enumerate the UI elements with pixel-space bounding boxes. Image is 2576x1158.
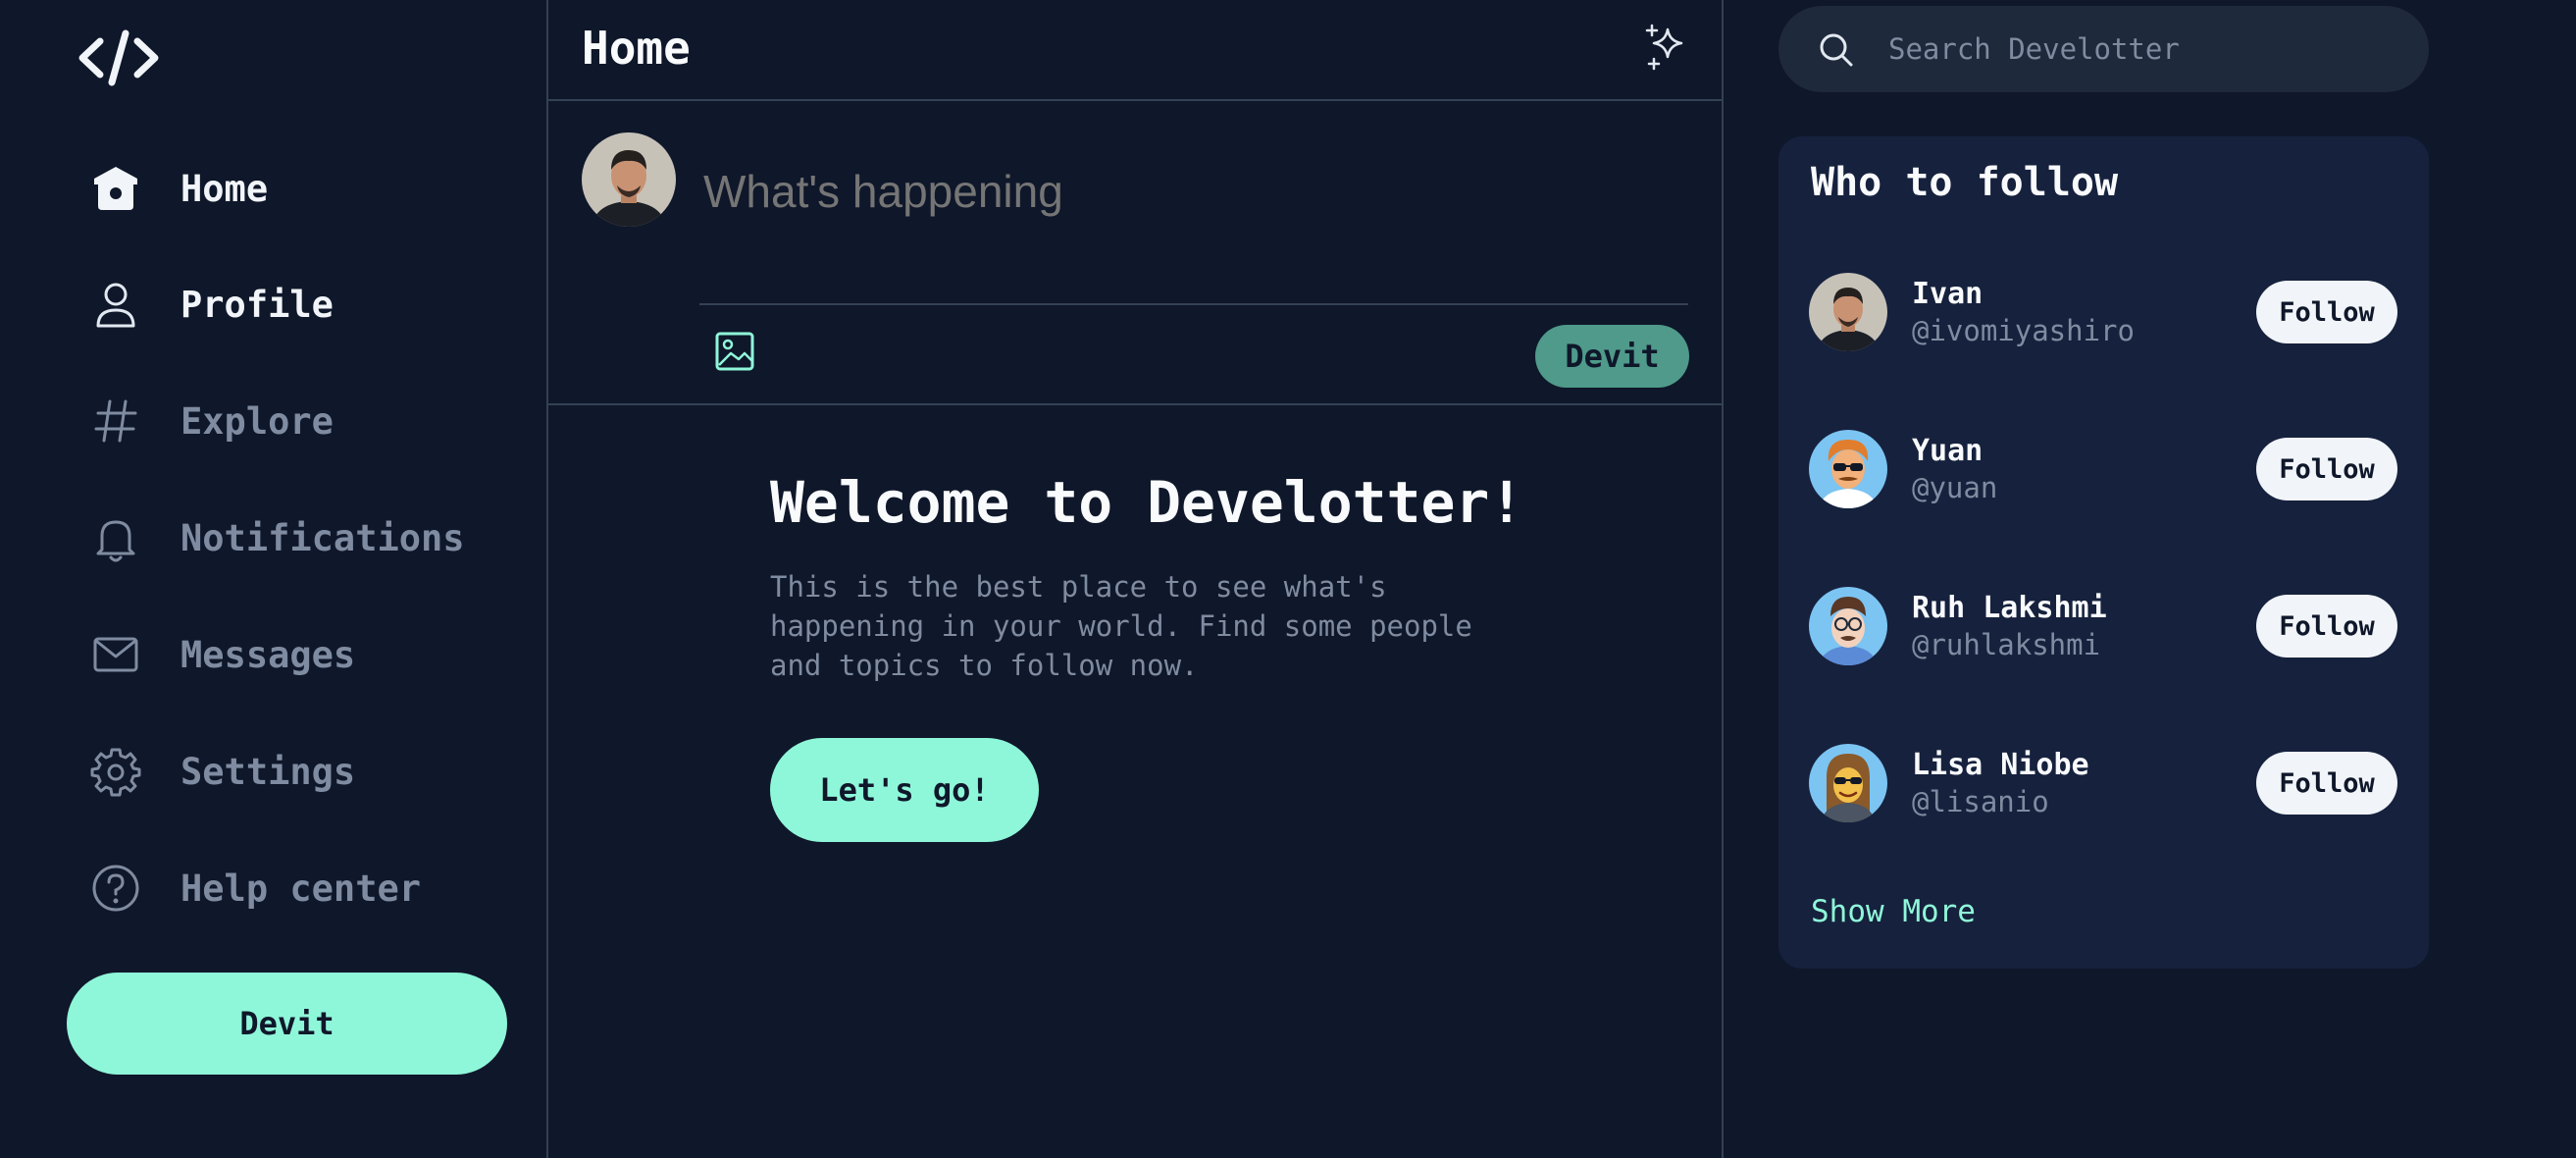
welcome-text: This is the best place to see what's hap… [770,570,1472,682]
user-icon [86,275,145,334]
page-title: Home [582,22,691,75]
sidebar: Home Profile Explore Notifications Messa… [0,0,546,1158]
follow-handle: @ivomiyashiro [1912,314,2135,347]
follow-name: Lisa Niobe [1912,748,2089,782]
follow-name: Ivan [1912,277,1984,311]
follow-suggestion: Ivan @ivomiyashiro Follow [1809,273,2397,355]
avatar [582,132,676,227]
sidebar-item-profile[interactable]: Profile [86,269,498,340]
follow-button[interactable]: Follow [2256,595,2397,658]
follow-suggestion: Ruh Lakshmi @ruhlakshmi Follow [1809,587,2397,669]
main-feed: Home What's happening Devit Welcome to D… [546,0,1724,1158]
bell-icon [86,508,145,567]
sidebar-item-home[interactable]: Home [86,153,498,224]
sidebar-item-help-center[interactable]: Help center [86,853,498,923]
who-to-follow-title: Who to follow [1811,160,2119,205]
home-icon [86,159,145,218]
follow-handle: @yuan [1912,471,1998,504]
search-input[interactable] [1888,22,2398,77]
search-bar[interactable] [1778,6,2429,92]
gear-icon [86,742,145,801]
show-more-link[interactable]: Show More [1811,894,1976,929]
avatar [1809,744,1887,822]
follow-handle: @lisanio [1912,785,2049,818]
sidebar-item-label: Messages [180,633,356,676]
sidebar-item-messages[interactable]: Messages [86,619,498,690]
sidebar-item-label: Explore [180,399,334,443]
follow-suggestion: Yuan @yuan Follow [1809,430,2397,512]
sparkle-icon[interactable] [1640,22,1691,73]
sidebar-item-label: Help center [180,867,422,910]
help-icon [86,859,145,918]
submit-devit-button[interactable]: Devit [1535,325,1689,388]
hashtag-icon [86,392,145,450]
follow-suggestion: Lisa Niobe @lisanio Follow [1809,744,2397,826]
follow-handle: @ruhlakshmi [1912,628,2101,661]
who-to-follow-card: Who to follow Ivan @ivomiyashiro Follow [1778,136,2429,969]
mail-icon [86,625,145,684]
code-logo[interactable] [77,27,161,88]
devit-button[interactable]: Devit [67,973,507,1075]
image-icon[interactable] [713,330,756,373]
sidebar-item-notifications[interactable]: Notifications [86,502,498,573]
sidebar-item-label: Settings [180,750,356,793]
avatar [1809,587,1887,665]
devit-composer: Devit [548,101,1722,405]
feed-header: Home [548,0,1722,101]
search-icon [1818,31,1855,69]
avatar [1809,273,1887,351]
compose-input[interactable] [703,152,1684,231]
welcome-panel: Welcome to Develotter! This is the best … [770,469,1555,685]
follow-button[interactable]: Follow [2256,438,2397,500]
divider [699,303,1688,305]
welcome-title: Welcome to Develotter! [770,469,1524,536]
follow-button[interactable]: Follow [2256,752,2397,815]
sidebar-item-label: Profile [180,283,334,326]
follow-button[interactable]: Follow [2256,281,2397,343]
lets-go-button[interactable]: Let's go! [770,738,1039,842]
follow-name: Ruh Lakshmi [1912,591,2107,625]
sidebar-item-explore[interactable]: Explore [86,386,498,456]
sidebar-item-settings[interactable]: Settings [86,736,498,807]
avatar [1809,430,1887,508]
follow-name: Yuan [1912,434,1984,468]
sidebar-item-label: Home [180,167,269,210]
sidebar-item-label: Notifications [180,516,465,559]
